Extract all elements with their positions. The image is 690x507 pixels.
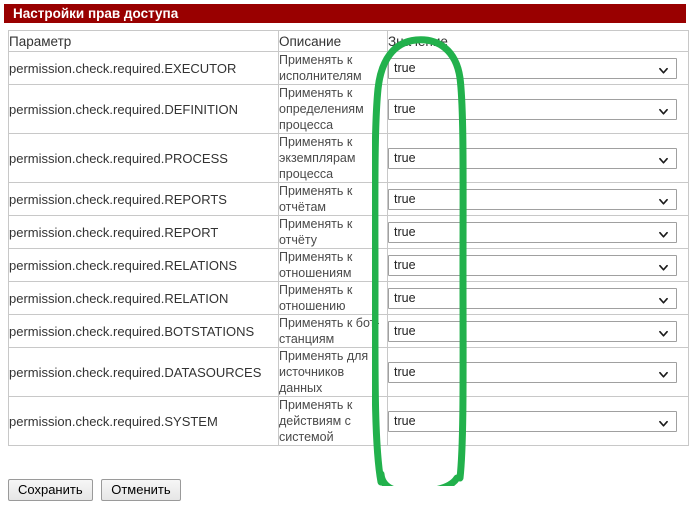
value-select-label: true (394, 101, 416, 116)
table-row: permission.check.required.PROCESS Применя… (8, 133, 689, 183)
parameter-name-cell: permission.check.required.PROCESS (8, 133, 279, 183)
parameter-description-cell: Применять к действиям с системой (278, 396, 388, 446)
value-select-label: true (394, 290, 416, 305)
value-select-label: true (394, 364, 416, 379)
table-body: permission.check.required.EXECUTOR Примен… (8, 51, 689, 446)
table-row: permission.check.required.DATASOURCES При… (8, 347, 689, 397)
parameter-name-cell: permission.check.required.RELATION (8, 281, 279, 315)
parameter-description-cell: Применять к экземплярам процесса (278, 133, 388, 183)
table-row: permission.check.required.DEFINITION Прим… (8, 84, 689, 134)
value-select[interactable]: true (388, 410, 677, 432)
parameter-value-cell: true (387, 314, 689, 348)
value-select[interactable]: true (388, 98, 677, 120)
chevron-down-icon (659, 329, 668, 338)
column-header-parameter: Параметр (8, 30, 279, 52)
table-row: permission.check.required.BOTSTATIONS При… (8, 314, 689, 348)
parameter-name-cell: permission.check.required.REPORT (8, 215, 279, 249)
parameter-value-cell: true (387, 248, 689, 282)
chevron-down-icon (659, 156, 668, 165)
permission-settings-table: Параметр Описание Значение permission.ch… (8, 30, 689, 446)
table-header: Параметр Описание Значение (8, 30, 689, 52)
column-header-value: Значение (387, 30, 689, 52)
parameter-description-cell: Применять к отчётам (278, 182, 388, 216)
parameter-description-cell: Применять к отчёту (278, 215, 388, 249)
parameter-name-cell: permission.check.required.EXECUTOR (8, 51, 279, 85)
chevron-down-icon (659, 419, 668, 428)
chevron-down-icon (659, 197, 668, 206)
chevron-down-icon (659, 230, 668, 239)
table-row: permission.check.required.RELATIONS Приме… (8, 248, 689, 282)
chevron-down-icon (659, 370, 668, 379)
value-select[interactable]: true (388, 361, 677, 383)
table-header-row: Параметр Описание Значение (8, 30, 689, 52)
chevron-down-icon (659, 296, 668, 305)
cancel-button[interactable]: Отменить (101, 479, 181, 501)
parameter-value-cell: true (387, 133, 689, 183)
parameter-name-cell: permission.check.required.RELATIONS (8, 248, 279, 282)
value-select[interactable]: true (388, 287, 677, 309)
parameter-value-cell: true (387, 51, 689, 85)
parameter-name-cell: permission.check.required.BOTSTATIONS (8, 314, 279, 348)
column-header-description: Описание (278, 30, 388, 52)
window-title-bar: Настройки прав доступа (4, 4, 686, 23)
parameter-value-cell: true (387, 347, 689, 397)
parameter-name-cell: permission.check.required.SYSTEM (8, 396, 279, 446)
value-select[interactable]: true (388, 320, 677, 342)
parameter-name-cell: permission.check.required.REPORTS (8, 182, 279, 216)
table-row: permission.check.required.EXECUTOR Примен… (8, 51, 689, 85)
parameter-description-cell: Применять к отношению (278, 281, 388, 315)
value-select-label: true (394, 413, 416, 428)
value-select-label: true (394, 323, 416, 338)
table-row: permission.check.required.REPORT Применят… (8, 215, 689, 249)
value-select-label: true (394, 60, 416, 75)
save-button[interactable]: Сохранить (8, 479, 93, 501)
parameter-name-cell: permission.check.required.DATASOURCES (8, 347, 279, 397)
value-select[interactable]: true (388, 147, 677, 169)
parameter-value-cell: true (387, 215, 689, 249)
parameter-description-cell: Применять для источников данных (278, 347, 388, 397)
chevron-down-icon (659, 66, 668, 75)
value-select[interactable]: true (388, 57, 677, 79)
value-select-label: true (394, 150, 416, 165)
table-row: permission.check.required.REPORTS Применя… (8, 182, 689, 216)
parameter-name-cell: permission.check.required.DEFINITION (8, 84, 279, 134)
value-select-label: true (394, 224, 416, 239)
form-button-bar: Сохранить Отменить (8, 479, 186, 501)
parameter-value-cell: true (387, 84, 689, 134)
chevron-down-icon (659, 263, 668, 272)
chevron-down-icon (659, 107, 668, 116)
table-row: permission.check.required.SYSTEM Применят… (8, 396, 689, 446)
value-select[interactable]: true (388, 254, 677, 276)
parameter-description-cell: Применять к исполнителям (278, 51, 388, 85)
parameter-value-cell: true (387, 281, 689, 315)
parameter-value-cell: true (387, 396, 689, 446)
parameter-description-cell: Применять к бот-станциям (278, 314, 388, 348)
parameter-description-cell: Применять к отношениям (278, 248, 388, 282)
page-title: Настройки прав доступа (13, 6, 179, 21)
value-select[interactable]: true (388, 221, 677, 243)
value-select-label: true (394, 257, 416, 272)
table-row: permission.check.required.RELATION Примен… (8, 281, 689, 315)
value-select-label: true (394, 191, 416, 206)
parameter-description-cell: Применять к определениям процесса (278, 84, 388, 134)
value-select[interactable]: true (388, 188, 677, 210)
parameter-value-cell: true (387, 182, 689, 216)
